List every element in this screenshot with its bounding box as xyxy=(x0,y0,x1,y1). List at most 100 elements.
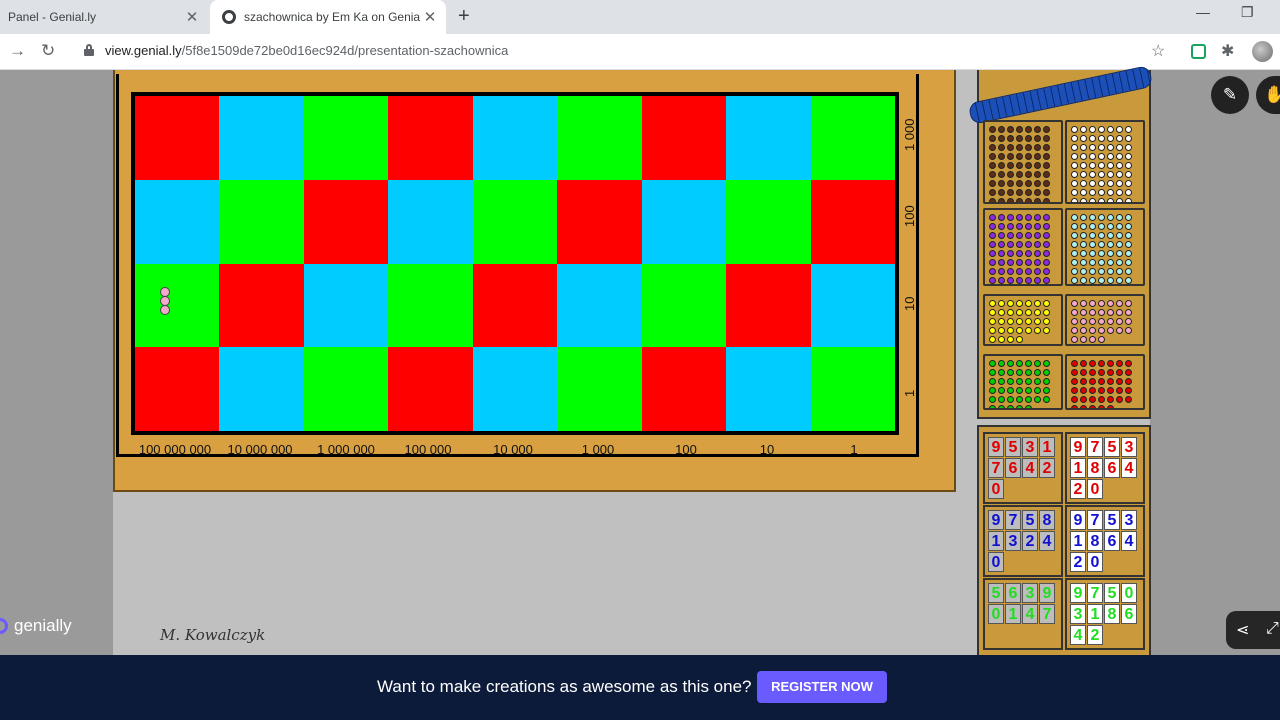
board-cell[interactable] xyxy=(135,96,220,180)
number-card[interactable]: 1 xyxy=(1070,458,1086,478)
number-card[interactable]: 1 xyxy=(988,531,1004,551)
number-card[interactable]: 9 xyxy=(1039,583,1055,603)
board-cell[interactable] xyxy=(388,96,473,180)
number-card[interactable]: 9 xyxy=(1070,583,1086,603)
number-card[interactable]: 2 xyxy=(1087,625,1103,645)
number-card[interactable]: 1 xyxy=(1070,531,1086,551)
number-card[interactable]: 5 xyxy=(1104,510,1120,530)
number-card[interactable]: 4 xyxy=(1022,604,1038,624)
number-card[interactable]: 9 xyxy=(1070,510,1086,530)
board-cell[interactable] xyxy=(557,179,642,264)
number-card[interactable]: 3 xyxy=(1005,531,1021,551)
board-cell[interactable] xyxy=(472,179,558,264)
number-card[interactable]: 7 xyxy=(1005,510,1021,530)
board-cell[interactable] xyxy=(472,96,558,180)
board-cell[interactable] xyxy=(219,263,304,348)
number-card[interactable]: 2 xyxy=(1070,552,1086,572)
number-card[interactable]: 0 xyxy=(1087,479,1103,499)
number-card[interactable]: 4 xyxy=(1022,458,1038,478)
board-cell[interactable] xyxy=(557,347,642,431)
register-now-button[interactable]: REGISTER NOW xyxy=(757,671,887,703)
number-card[interactable]: 3 xyxy=(1022,437,1038,457)
profile-avatar[interactable] xyxy=(1252,41,1273,62)
board-cell[interactable] xyxy=(472,263,558,348)
number-card[interactable]: 5 xyxy=(1104,437,1120,457)
board-cell[interactable] xyxy=(135,263,220,348)
board-cell[interactable] xyxy=(726,179,811,264)
bead-tray-white[interactable] xyxy=(1065,120,1145,204)
bead-tray-brown[interactable] xyxy=(983,120,1063,204)
bead-tray-purple[interactable] xyxy=(983,208,1063,286)
board-cell[interactable] xyxy=(303,179,389,264)
number-card[interactable]: 9 xyxy=(988,510,1004,530)
number-card[interactable]: 8 xyxy=(1104,604,1120,624)
restore-icon[interactable]: ❐ xyxy=(1241,4,1254,21)
bead-chain[interactable] xyxy=(160,287,172,315)
number-card[interactable]: 6 xyxy=(1005,583,1021,603)
board-cell[interactable] xyxy=(641,347,727,431)
number-card[interactable]: 5 xyxy=(988,583,1004,603)
number-card[interactable]: 4 xyxy=(1070,625,1086,645)
number-card[interactable]: 8 xyxy=(1087,531,1103,551)
number-card[interactable]: 0 xyxy=(1121,583,1137,603)
board-cell[interactable] xyxy=(810,347,895,431)
number-card[interactable]: 5 xyxy=(1022,510,1038,530)
number-card[interactable]: 4 xyxy=(1121,531,1137,551)
number-card[interactable]: 0 xyxy=(988,552,1004,572)
number-card[interactable]: 3 xyxy=(1070,604,1086,624)
board-cell[interactable] xyxy=(472,347,558,431)
number-card[interactable]: 5 xyxy=(1005,437,1021,457)
board-cell[interactable] xyxy=(388,347,473,431)
number-card[interactable]: 7 xyxy=(1039,604,1055,624)
number-card-tray[interactable]: 9758 1324 0 xyxy=(983,505,1063,577)
genially-logo[interactable]: genially xyxy=(0,616,72,636)
board-cell[interactable] xyxy=(641,96,727,180)
puzzle-icon[interactable]: ✱ xyxy=(1221,41,1234,61)
bead-tray-red[interactable] xyxy=(1065,354,1145,410)
close-icon[interactable]: ✕ xyxy=(420,8,440,26)
board-cell[interactable] xyxy=(726,347,811,431)
board-cell[interactable] xyxy=(303,96,389,180)
lock-icon[interactable] xyxy=(84,44,94,56)
number-card[interactable]: 6 xyxy=(1005,458,1021,478)
bead-tray-green[interactable] xyxy=(983,354,1063,410)
bead-tray-pink[interactable] xyxy=(1065,294,1145,346)
number-card[interactable]: 2 xyxy=(1022,531,1038,551)
board-cell[interactable] xyxy=(219,96,304,180)
board-cell[interactable] xyxy=(810,179,895,264)
number-card[interactable]: 6 xyxy=(1121,604,1137,624)
number-card-tray[interactable]: 5639 0147 xyxy=(983,578,1063,650)
number-card[interactable]: 1 xyxy=(1087,604,1103,624)
board-cell[interactable] xyxy=(388,179,473,264)
number-card[interactable]: 0 xyxy=(988,604,1004,624)
board-cell[interactable] xyxy=(810,263,895,348)
close-icon[interactable]: ✕ xyxy=(182,8,202,26)
number-card[interactable]: 5 xyxy=(1104,583,1120,603)
board-cell[interactable] xyxy=(219,179,304,264)
board-cell[interactable] xyxy=(303,347,389,431)
board-cell[interactable] xyxy=(303,263,389,348)
board-cell[interactable] xyxy=(726,263,811,348)
board-cell[interactable] xyxy=(557,96,642,180)
number-card[interactable]: 0 xyxy=(1087,552,1103,572)
number-card[interactable]: 3 xyxy=(1121,437,1137,457)
number-card[interactable]: 3 xyxy=(1121,510,1137,530)
number-card[interactable]: 8 xyxy=(1087,458,1103,478)
number-card-tray[interactable]: 9753 1864 20 xyxy=(1065,505,1145,577)
number-card[interactable]: 4 xyxy=(1039,531,1055,551)
number-card-tray[interactable]: 9750 3186 42 xyxy=(1065,578,1145,650)
board-cell[interactable] xyxy=(135,347,220,431)
number-card[interactable]: 1 xyxy=(1039,437,1055,457)
tab-szachownica[interactable]: szachownica by Em Ka on Genially ✕ xyxy=(210,0,446,34)
number-card-tray[interactable]: 9753 1864 20 xyxy=(1065,432,1145,504)
extension-icon[interactable] xyxy=(1191,44,1206,59)
number-card[interactable]: 2 xyxy=(1039,458,1055,478)
back-arrow-icon[interactable]: → xyxy=(9,41,26,61)
number-card[interactable]: 6 xyxy=(1104,458,1120,478)
number-card[interactable]: 8 xyxy=(1039,510,1055,530)
new-tab-icon[interactable]: + xyxy=(458,5,470,28)
tab-panel[interactable]: Panel - Genial.ly ✕ xyxy=(0,0,208,34)
number-card[interactable]: 3 xyxy=(1022,583,1038,603)
number-card[interactable]: 4 xyxy=(1121,458,1137,478)
number-card[interactable]: 7 xyxy=(1087,510,1103,530)
